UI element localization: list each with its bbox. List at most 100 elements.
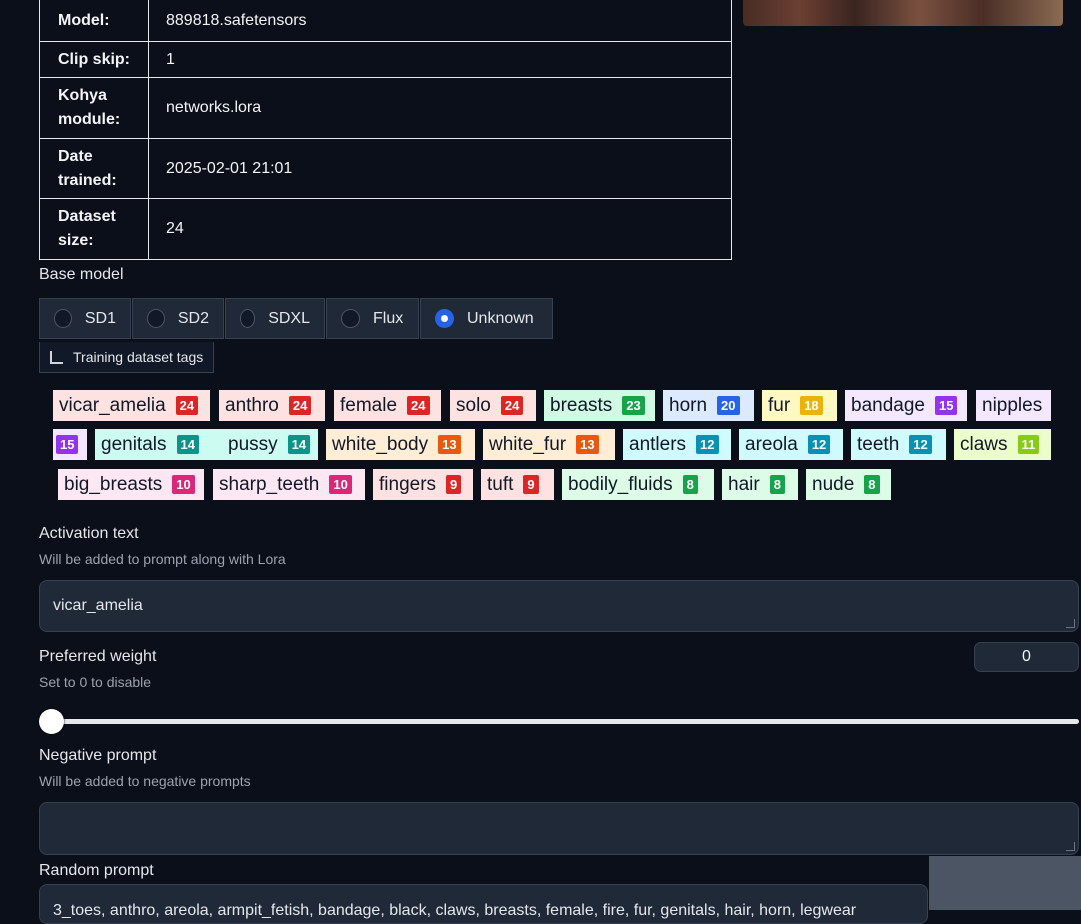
tag-chip[interactable]: big_breasts 10: [58, 469, 204, 500]
tag-name: bandage: [851, 394, 925, 416]
radio-sdxl[interactable]: SDXL: [225, 298, 325, 339]
tag-count-badge: 15: [934, 396, 958, 415]
tag-chip[interactable]: fur 18: [762, 390, 837, 421]
tag-count-badge: 14: [176, 435, 199, 454]
tag-name: antlers: [629, 433, 687, 455]
tag-chip[interactable]: hair 8: [722, 469, 798, 500]
resize-handle-icon[interactable]: [1066, 619, 1075, 628]
radio-label: Flux: [373, 309, 404, 327]
tag-name: anthro: [225, 394, 279, 416]
chart-icon: [50, 350, 63, 364]
random-prompt-value: 3_toes, anthro, areola, armpit_fetish, b…: [53, 902, 857, 919]
radio-circle-icon[interactable]: [54, 309, 72, 328]
radio-flux[interactable]: Flux: [326, 298, 419, 339]
random-prompt-label: Random prompt: [39, 862, 154, 879]
radio-selected-icon[interactable]: [435, 309, 454, 328]
random-prompt-button[interactable]: [929, 856, 1081, 910]
tag-count-badge: 12: [909, 435, 932, 454]
tag-name: white_fur: [489, 433, 567, 455]
base-model-radio-group: SD1 SD2 SDXL Flux Unknown: [39, 298, 553, 339]
negative-prompt-input[interactable]: [39, 802, 1079, 855]
tag-count-badge: 18: [800, 396, 823, 415]
tag-chip[interactable]: areola 12: [739, 429, 843, 460]
tag-count-badge: 8: [864, 475, 880, 494]
info-value: 1: [148, 41, 732, 78]
tag-chip[interactable]: vicar_amelia 24: [53, 390, 210, 421]
radio-sd1[interactable]: SD1: [39, 298, 131, 339]
tag-name: fur: [768, 394, 791, 416]
tag-chip[interactable]: breasts 23: [544, 390, 655, 421]
tag-chip[interactable]: female 24: [334, 390, 441, 421]
preferred-weight-info: Set to 0 to disable: [39, 674, 152, 690]
negative-prompt-label: Negative prompt: [39, 747, 157, 764]
radio-circle-icon[interactable]: [147, 309, 165, 328]
tag-count-badge: 9: [446, 475, 462, 494]
radio-sd2[interactable]: SD2: [132, 298, 224, 339]
radio-unknown[interactable]: Unknown: [420, 298, 553, 339]
info-value: 24: [148, 198, 732, 260]
tag-chip[interactable]: nude 8: [806, 469, 891, 500]
training-dataset-tags-label: Training dataset tags: [73, 349, 204, 365]
tag-chip[interactable]: sharp_teeth 10: [213, 469, 365, 500]
info-key: Date trained:: [39, 138, 149, 199]
radio-label: SD2: [177, 309, 209, 327]
tag-name: solo: [456, 394, 491, 416]
info-row-model: Model: 889818.safetensors: [39, 0, 732, 42]
tag-chip[interactable]: white_fur 13: [483, 429, 615, 460]
tag-chip[interactable]: teeth 12: [851, 429, 946, 460]
tag-count-badge: 23: [622, 396, 645, 415]
resize-handle-icon[interactable]: [1066, 842, 1075, 851]
tag-chip[interactable]: bodily_fluids 8: [562, 469, 714, 500]
training-dataset-tags-button[interactable]: Training dataset tags: [39, 342, 214, 373]
base-model-label: Base model: [39, 266, 124, 283]
random-prompt-textbox[interactable]: 3_toes, anthro, areola, armpit_fetish, b…: [39, 884, 928, 924]
tag-name: white_body: [332, 433, 429, 455]
tag-name: nude: [812, 473, 855, 495]
tag-count-badge: 8: [769, 475, 785, 494]
tag-chip[interactable]: solo 24: [450, 390, 536, 421]
tag-chip[interactable]: horn 20: [663, 390, 754, 421]
tag-name: claws: [960, 433, 1008, 455]
tag-count-badge: 13: [576, 435, 599, 454]
tag-count-badge: 20: [717, 396, 740, 415]
tag-count-badge: 13: [438, 435, 461, 454]
tag-name: nipples: [982, 394, 1043, 416]
tag-chip[interactable]: nipples: [976, 390, 1051, 421]
tag-chip[interactable]: white_body 13: [326, 429, 475, 460]
tag-name: horn: [669, 394, 708, 416]
preferred-weight-slider-handle[interactable]: [39, 709, 64, 734]
tag-chip[interactable]: fingers 9: [373, 469, 473, 500]
info-key: Clip skip:: [39, 41, 149, 78]
info-value: networks.lora: [148, 77, 732, 139]
activation-text-input[interactable]: vicar_amelia: [39, 580, 1079, 632]
preferred-weight-slider-track[interactable]: [48, 719, 1079, 724]
tag-name: hair: [728, 473, 760, 495]
tag-chip[interactable]: bandage 15: [845, 390, 967, 421]
negative-prompt-info: Will be added to negative prompts: [39, 773, 251, 789]
tag-name: female: [340, 394, 398, 416]
info-row-date-trained: Date trained: 2025-02-01 21:01: [39, 138, 732, 199]
tag-name: bodily_fluids: [568, 473, 673, 495]
tag-chip[interactable]: claws 11: [954, 429, 1051, 460]
info-key: Kohya module:: [39, 77, 149, 139]
tag-chip[interactable]: antlers 12: [623, 429, 731, 460]
tag-chip[interactable]: anthro 24: [219, 390, 325, 421]
preview-image[interactable]: [743, 0, 1063, 26]
tag-name: vicar_amelia: [59, 394, 166, 416]
tag-chip[interactable]: pussy 14: [222, 429, 318, 460]
tag-name: pussy: [228, 433, 278, 455]
tag-count-badge: 24: [500, 396, 524, 415]
radio-circle-icon[interactable]: [341, 309, 360, 328]
tag-name: teeth: [857, 433, 900, 455]
tag-chip[interactable]: tuft 9: [481, 469, 554, 500]
preferred-weight-number-input[interactable]: 0: [974, 642, 1079, 672]
tag-count-badge: 14: [287, 435, 311, 454]
lora-info-table: Model: 889818.safetensors Clip skip: 1 K…: [39, 0, 732, 260]
tag-count-badge: 24: [407, 396, 430, 415]
preferred-weight-label: Preferred weight: [39, 648, 157, 665]
activation-text-value: vicar_amelia: [53, 597, 143, 614]
radio-label: SD1: [84, 309, 116, 327]
tag-chip-continued[interactable]: 15: [53, 429, 87, 460]
radio-circle-icon[interactable]: [240, 309, 256, 328]
tag-count-badge: 24: [175, 396, 199, 415]
